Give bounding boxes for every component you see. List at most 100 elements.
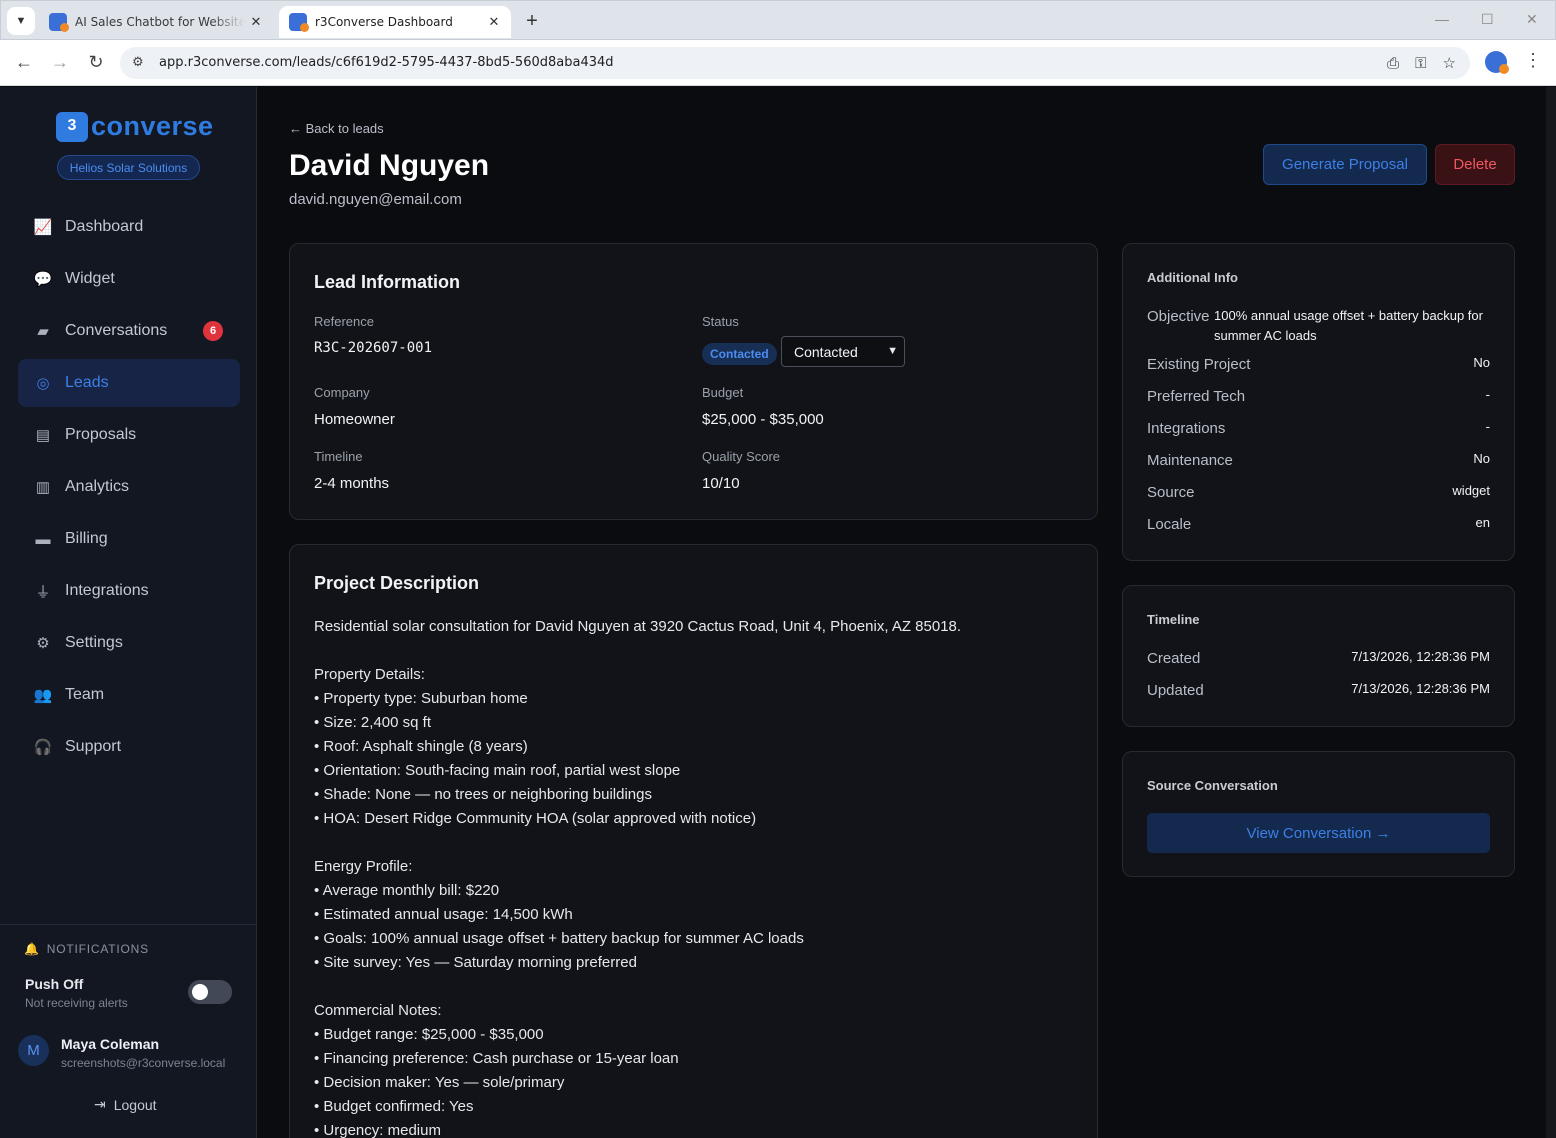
objective-value: 100% annual usage offset + battery backu… bbox=[1214, 308, 1483, 343]
maximize-icon[interactable]: ☐ bbox=[1481, 11, 1494, 28]
push-notifications-toggle[interactable] bbox=[188, 980, 232, 1004]
status-select-value: Contacted bbox=[794, 343, 858, 360]
card-title: Source Conversation bbox=[1147, 778, 1278, 793]
preferred-tech-label: Preferred Tech bbox=[1147, 388, 1246, 405]
browser-tab-active[interactable]: r3Converse Dashboard ✕ bbox=[279, 6, 511, 38]
sidebar-item-settings[interactable]: ⚙ Settings bbox=[18, 619, 240, 667]
install-app-icon[interactable]: ⎙ bbox=[1387, 55, 1399, 72]
timeline-label: Timeline bbox=[314, 449, 363, 464]
logout-label: Logout bbox=[113, 1096, 157, 1113]
sidebar-item-proposals[interactable]: ▤ Proposals bbox=[18, 411, 240, 459]
window-close-icon[interactable]: ✕ bbox=[1526, 11, 1538, 28]
sidebar-item-dashboard[interactable]: 📈 Dashboard bbox=[18, 203, 240, 251]
user-email: screenshots@r3converse.local bbox=[61, 1056, 226, 1070]
sidebar-item-support[interactable]: 🎧 Support bbox=[18, 723, 240, 771]
organization-badge: Helios Solar Solutions bbox=[57, 155, 200, 180]
browser-menu-icon[interactable]: ⋮ bbox=[1524, 50, 1542, 71]
sidebar-item-label: Integrations bbox=[65, 582, 149, 599]
sidebar-item-widget[interactable]: 💬 Widget bbox=[18, 255, 240, 303]
timeline-card: Timeline Created 7/13/2026, 12:28:36 PM … bbox=[1122, 585, 1515, 727]
app-root: 3 converse Helios Solar Solutions 📈 Dash… bbox=[0, 87, 1556, 1138]
url-text[interactable]: app.r3converse.com/leads/c6f619d2-5795-4… bbox=[159, 55, 614, 70]
toggle-knob bbox=[192, 984, 208, 1000]
additional-info-card: Additional Info Objective 100% annual us… bbox=[1122, 243, 1515, 561]
browser-tab-inactive[interactable]: AI Sales Chatbot for Websites – ✕ bbox=[39, 6, 273, 38]
logout-icon: ⇥ bbox=[94, 1096, 106, 1112]
lead-information-card: Lead Information Reference R3C-202607-00… bbox=[289, 243, 1098, 520]
page-scrollbar[interactable] bbox=[1546, 87, 1556, 1138]
existing-project-label: Existing Project bbox=[1147, 356, 1251, 373]
reload-icon[interactable]: ↻ bbox=[85, 52, 107, 73]
sidebar-item-label: Dashboard bbox=[65, 218, 144, 235]
chevron-down-icon: ▼ bbox=[887, 345, 898, 357]
sidebar-item-billing[interactable]: ▬ Billing bbox=[18, 515, 240, 563]
sidebar-item-label: Support bbox=[65, 738, 122, 755]
bar-chart-icon: ▥ bbox=[35, 479, 51, 496]
bell-icon: 🔔 bbox=[24, 942, 40, 956]
address-bar[interactable]: ⚙ app.r3converse.com/leads/c6f619d2-5795… bbox=[120, 47, 1470, 79]
card-title: Lead Information bbox=[314, 272, 461, 292]
browser-tab-strip: ▼ AI Sales Chatbot for Websites – ✕ r3Co… bbox=[0, 0, 1556, 40]
sidebar-item-team[interactable]: 👥 Team bbox=[18, 671, 240, 719]
avatar: M bbox=[18, 1035, 49, 1066]
budget-value: $25,000 - $35,000 bbox=[702, 411, 824, 428]
source-label: Source bbox=[1147, 484, 1195, 501]
credit-card-icon: ▬ bbox=[35, 530, 51, 548]
bookmark-star-icon[interactable]: ☆ bbox=[1443, 54, 1456, 72]
view-conversation-button[interactable]: View Conversation → bbox=[1147, 813, 1490, 853]
logo-text: converse bbox=[91, 111, 214, 141]
card-title: Project Description bbox=[314, 573, 480, 593]
source-conversation-card: Source Conversation View Conversation → bbox=[1122, 751, 1515, 877]
generate-proposal-button[interactable]: Generate Proposal bbox=[1263, 144, 1427, 185]
chart-line-icon: 📈 bbox=[33, 219, 53, 236]
locale-label: Locale bbox=[1147, 516, 1192, 533]
profile-avatar-icon[interactable] bbox=[1485, 51, 1509, 74]
back-to-leads-link[interactable]: ← Back to leads bbox=[289, 121, 384, 136]
created-value: 7/13/2026, 12:28:36 PM bbox=[1351, 649, 1490, 664]
sidebar-item-leads[interactable]: ◎ Leads bbox=[18, 359, 240, 407]
objective-label: Objective bbox=[1147, 308, 1210, 325]
push-status-subtitle: Not receiving alerts bbox=[25, 996, 128, 1010]
site-settings-icon[interactable]: ⚙ bbox=[132, 54, 144, 70]
new-tab-icon[interactable]: + bbox=[521, 10, 543, 33]
delete-button[interactable]: Delete bbox=[1435, 144, 1515, 185]
company-label: Company bbox=[314, 385, 370, 400]
status-select[interactable]: Contacted ▼ bbox=[781, 336, 905, 367]
project-description-card: Project Description Residential solar co… bbox=[289, 544, 1098, 1138]
chevron-down-icon: ▼ bbox=[15, 15, 27, 27]
integrations-value: - bbox=[1485, 419, 1490, 434]
tab-search-button[interactable]: ▼ bbox=[7, 7, 35, 35]
source-value: widget bbox=[1452, 483, 1490, 498]
close-icon[interactable]: ✕ bbox=[245, 15, 267, 30]
sidebar: 3 converse Helios Solar Solutions 📈 Dash… bbox=[0, 87, 257, 1138]
status-label: Status bbox=[702, 314, 739, 329]
logout-button[interactable]: ⇥ Logout bbox=[94, 1096, 157, 1113]
password-key-icon[interactable]: ⚿ bbox=[1415, 55, 1426, 72]
card-title: Timeline bbox=[1147, 612, 1200, 627]
chat-bubbles-icon: 💬 bbox=[33, 271, 53, 288]
sidebar-footer: 🔔 NOTIFICATIONS Push Off Not receiving a… bbox=[0, 924, 256, 1138]
brand-logo[interactable]: 3 converse bbox=[56, 111, 214, 146]
back-arrow-icon[interactable]: ← bbox=[13, 52, 35, 73]
unread-count-badge: 6 bbox=[203, 321, 223, 341]
push-status-title: Push Off bbox=[25, 976, 84, 992]
message-icon: ▰ bbox=[37, 323, 49, 340]
sidebar-item-label: Team bbox=[65, 686, 105, 703]
user-name: Maya Coleman bbox=[61, 1036, 160, 1052]
sidebar-item-conversations[interactable]: ▰ Conversations 6 bbox=[18, 307, 240, 355]
tab-title: r3Converse Dashboard bbox=[315, 15, 453, 29]
close-icon[interactable]: ✕ bbox=[483, 15, 505, 30]
minimize-icon[interactable]: — bbox=[1435, 11, 1449, 27]
forward-arrow-icon[interactable]: → bbox=[49, 52, 71, 73]
sidebar-item-label: Billing bbox=[65, 530, 108, 547]
sidebar-item-integrations[interactable]: ⏚ Integrations bbox=[18, 567, 240, 615]
status-badge: Contacted bbox=[702, 343, 777, 365]
sidebar-item-analytics[interactable]: ▥ Analytics bbox=[18, 463, 240, 511]
tab-title: AI Sales Chatbot for Websites – bbox=[75, 15, 245, 29]
existing-project-value: No bbox=[1473, 355, 1490, 370]
headset-icon: 🎧 bbox=[33, 739, 53, 756]
sidebar-item-label: Conversations bbox=[65, 322, 168, 339]
sidebar-item-label: Proposals bbox=[65, 426, 137, 443]
maintenance-value: No bbox=[1473, 451, 1490, 466]
locale-value: en bbox=[1475, 515, 1490, 530]
